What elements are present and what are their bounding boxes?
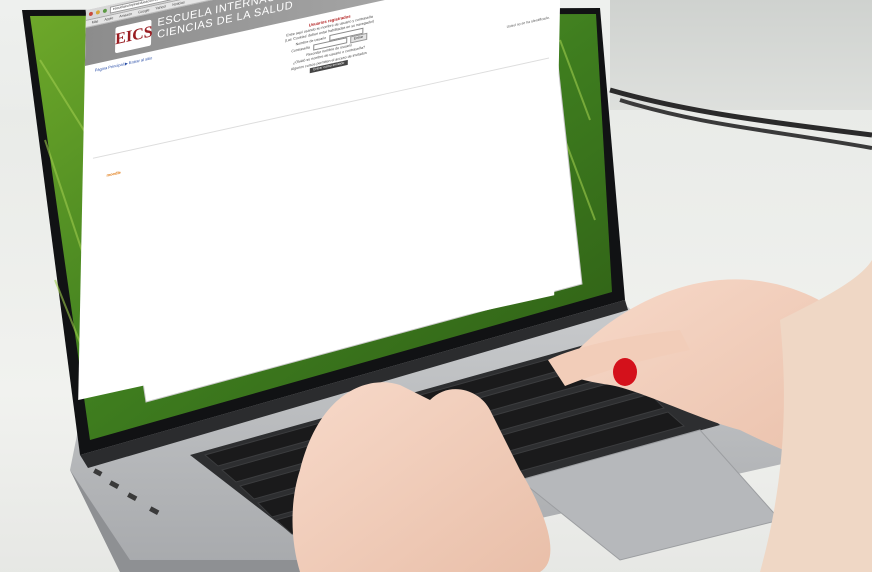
moodle-logo[interactable]: moodle [107, 170, 121, 178]
close-dot-icon[interactable] [88, 11, 93, 17]
login-status: Usted no se ha identificado. [506, 15, 550, 29]
red-nail [613, 358, 637, 386]
divider [92, 57, 549, 159]
bookmark-item[interactable]: Más [92, 19, 99, 24]
zoom-dot-icon[interactable] [102, 8, 107, 14]
minimize-dot-icon[interactable] [95, 9, 100, 15]
school-logo[interactable]: EICS [115, 19, 153, 54]
photo-scene: escuelaeuropeaeducacion.es Más Apple Ama… [0, 0, 872, 572]
